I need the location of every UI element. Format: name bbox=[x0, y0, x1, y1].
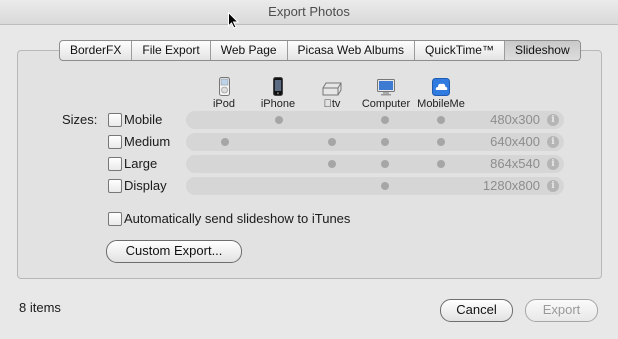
device-compat-bar: 1280x800 i bbox=[186, 177, 564, 195]
device-column-computer: Computer bbox=[360, 76, 412, 110]
mobileme-icon bbox=[432, 78, 450, 96]
auto-send-checkbox[interactable] bbox=[108, 212, 122, 226]
sizes-label: Sizes: bbox=[62, 112, 98, 127]
size-name: Display bbox=[124, 178, 167, 193]
info-icon[interactable]: i bbox=[547, 158, 559, 170]
auto-send-label: Automatically send slideshow to iTunes bbox=[124, 211, 351, 226]
compat-dot bbox=[437, 138, 445, 146]
display-checkbox[interactable] bbox=[108, 179, 122, 193]
appletv-icon bbox=[322, 82, 342, 96]
compat-dot bbox=[381, 182, 389, 190]
size-resolution: 640x400 bbox=[490, 134, 540, 149]
tab-file-export[interactable]: File Export bbox=[132, 41, 211, 60]
compat-dot bbox=[381, 116, 389, 124]
large-checkbox[interactable] bbox=[108, 157, 122, 171]
info-icon[interactable]: i bbox=[547, 114, 559, 126]
size-name: Large bbox=[124, 156, 158, 171]
compat-dot bbox=[221, 138, 229, 146]
device-column-appletv: tv bbox=[318, 76, 346, 110]
export-tabs: BorderFX File Export Web Page Picasa Web… bbox=[59, 40, 581, 61]
compat-dot bbox=[381, 160, 389, 168]
item-count: 8 items bbox=[19, 300, 61, 315]
size-resolution: 864x540 bbox=[490, 156, 540, 171]
device-column-mobileme: MobileMe bbox=[416, 76, 466, 110]
compat-dot bbox=[328, 138, 336, 146]
size-row-large: Large 864x540 i bbox=[106, 155, 566, 173]
tab-web-page[interactable]: Web Page bbox=[211, 41, 288, 60]
device-label: Computer bbox=[361, 98, 411, 110]
size-row-display: Display 1280x800 i bbox=[106, 177, 566, 195]
device-compat-bar: 640x400 i bbox=[186, 133, 564, 151]
device-label: tv bbox=[324, 98, 341, 110]
window-title: Export Photos bbox=[268, 4, 350, 19]
size-row-medium: Medium 640x400 i bbox=[106, 133, 566, 151]
iphone-icon bbox=[273, 77, 283, 96]
title-bar: Export Photos bbox=[0, 0, 618, 25]
mobile-checkbox[interactable] bbox=[108, 113, 122, 127]
device-label: iPod bbox=[212, 98, 236, 110]
size-row-mobile: Mobile 480x300 i bbox=[106, 111, 566, 129]
device-compat-bar: 480x300 i bbox=[186, 111, 564, 129]
custom-export-button[interactable]: Custom Export... bbox=[106, 240, 242, 263]
ipod-icon bbox=[218, 77, 230, 96]
size-resolution: 480x300 bbox=[490, 112, 540, 127]
compat-dot bbox=[328, 160, 336, 168]
medium-checkbox[interactable] bbox=[108, 135, 122, 149]
size-name: Medium bbox=[124, 134, 171, 149]
info-icon[interactable]: i bbox=[547, 180, 559, 192]
compat-dot bbox=[275, 116, 283, 124]
size-resolution: 1280x800 bbox=[482, 178, 540, 193]
size-name: Mobile bbox=[124, 112, 163, 127]
tab-picasa-web-albums[interactable]: Picasa Web Albums bbox=[288, 41, 416, 60]
device-compat-bar: 864x540 i bbox=[186, 155, 564, 173]
computer-icon bbox=[377, 79, 395, 96]
compat-dot bbox=[381, 138, 389, 146]
tab-borderfx[interactable]: BorderFX bbox=[60, 41, 133, 60]
tab-slideshow[interactable]: Slideshow bbox=[504, 41, 580, 60]
info-icon[interactable]: i bbox=[547, 136, 559, 148]
compat-dot bbox=[437, 116, 445, 124]
tab-quicktime[interactable]: QuickTime™ bbox=[415, 41, 505, 60]
compat-dot bbox=[437, 160, 445, 168]
cancel-button[interactable]: Cancel bbox=[440, 299, 513, 322]
device-label: iPhone bbox=[260, 98, 296, 110]
device-label: MobileMe bbox=[417, 98, 465, 110]
device-column-ipod: iPod bbox=[206, 76, 242, 110]
export-button[interactable]: Export bbox=[525, 299, 598, 322]
device-column-iphone: iPhone bbox=[259, 76, 297, 110]
mouse-cursor-icon bbox=[228, 12, 239, 29]
